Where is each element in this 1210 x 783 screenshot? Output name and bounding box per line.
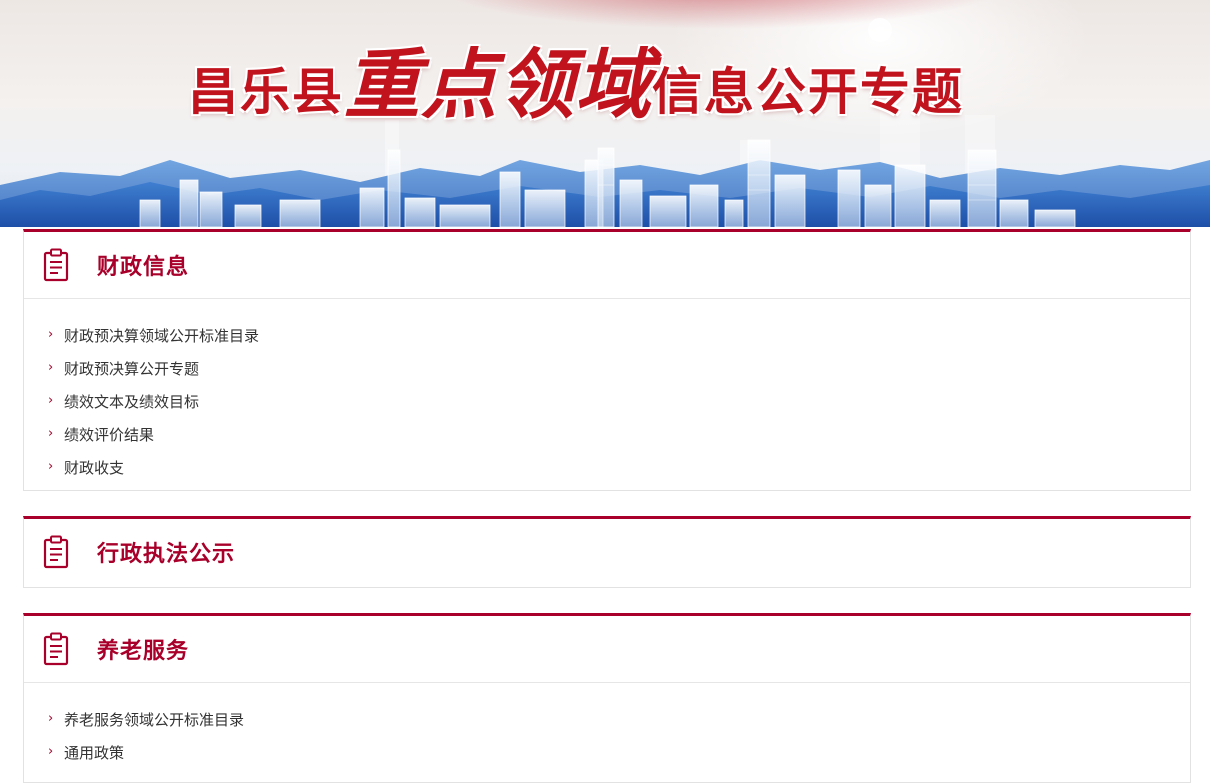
clipboard-icon xyxy=(43,632,69,666)
list-item[interactable]: › 通用政策 xyxy=(24,736,1190,769)
section-header: 养老服务 xyxy=(24,616,1190,683)
section-header: 行政执法公示 xyxy=(24,519,1190,585)
section-title[interactable]: 行政执法公示 xyxy=(97,536,235,568)
banner-title-topic: 信息公开专题 xyxy=(652,63,964,121)
section-elderly-care: 养老服务 › 养老服务领域公开标准目录 › 通用政策 xyxy=(23,613,1191,783)
list-item[interactable]: › 养老服务领域公开标准目录 xyxy=(24,703,1190,736)
section-header: 财政信息 xyxy=(24,232,1190,299)
chevron-right-icon: › xyxy=(48,426,54,441)
header-banner: 昌乐县 重点领域 信息公开专题 xyxy=(0,0,1210,227)
section-title: 财政信息 xyxy=(97,255,190,280)
chevron-right-icon: › xyxy=(48,327,54,342)
list-item-link[interactable]: 通用政策 xyxy=(64,742,124,763)
section-title: 养老服务 xyxy=(97,639,190,664)
list-item[interactable]: › 财政预决算公开专题 xyxy=(24,352,1190,385)
section-link-list: › 养老服务领域公开标准目录 › 通用政策 xyxy=(24,683,1190,769)
section-admin-enforcement: 行政执法公示 xyxy=(23,516,1191,588)
list-item-link[interactable]: 财政预决算公开专题 xyxy=(64,358,199,379)
list-item-link[interactable]: 绩效评价结果 xyxy=(64,424,154,445)
section-finance: 财政信息 › 财政预决算领域公开标准目录 › 财政预决算公开专题 › 绩效文本及… xyxy=(23,229,1191,491)
list-item-link[interactable]: 绩效文本及绩效目标 xyxy=(64,391,199,412)
banner-title-county: 昌乐县 xyxy=(188,63,344,121)
list-item[interactable]: › 绩效文本及绩效目标 xyxy=(24,385,1190,418)
list-item[interactable]: › 财政预决算领域公开标准目录 xyxy=(24,319,1190,352)
list-item[interactable]: › 财政收支 xyxy=(24,451,1190,484)
list-item[interactable]: › 绩效评价结果 xyxy=(24,418,1190,451)
chevron-right-icon: › xyxy=(48,360,54,375)
chevron-right-icon: › xyxy=(48,711,54,726)
clipboard-icon xyxy=(43,535,69,569)
list-item-link[interactable]: 财政收支 xyxy=(64,457,124,478)
list-item-link[interactable]: 养老服务领域公开标准目录 xyxy=(64,709,244,730)
chevron-right-icon: › xyxy=(48,744,54,759)
clipboard-icon xyxy=(43,248,69,282)
section-link-list: › 财政预决算领域公开标准目录 › 财政预决算公开专题 › 绩效文本及绩效目标 … xyxy=(24,299,1190,484)
banner-title: 昌乐县 重点领域 信息公开专题 xyxy=(188,36,1028,128)
list-item-link[interactable]: 财政预决算领域公开标准目录 xyxy=(64,325,259,346)
banner-title-emphasis: 重点领域 xyxy=(344,40,652,129)
chevron-right-icon: › xyxy=(48,459,54,474)
chevron-right-icon: › xyxy=(48,393,54,408)
